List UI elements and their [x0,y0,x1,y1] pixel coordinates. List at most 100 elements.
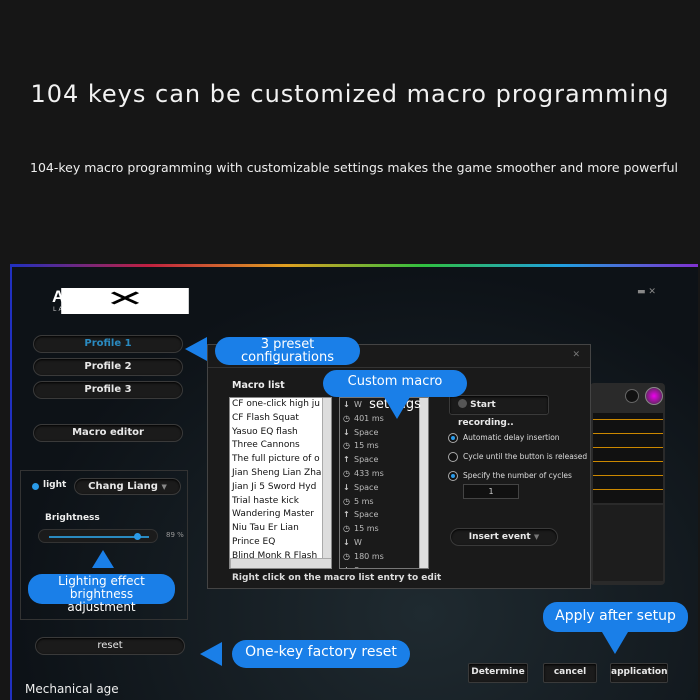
macro-list-item[interactable]: Yasuo EQ flash [230,426,331,440]
event-list-item[interactable]: ◷ 5 ms [340,495,428,509]
insert-event-label: Insert event [468,532,531,542]
event-list-item[interactable]: ◷ 15 ms [340,522,428,536]
callout-pointer [185,337,207,361]
specify-cycles-radio[interactable] [448,471,458,481]
dialog-close-icon[interactable]: ✕ [572,350,580,360]
event-list-item[interactable]: ↓Space [340,481,428,495]
macro-list-item[interactable]: CF Flash Squat [230,412,331,426]
macro-list-item[interactable]: Jian Ji 5 Sword Hyd [230,481,331,495]
event-text: W [354,400,362,409]
brightness-slider-handle[interactable] [134,533,141,540]
timer-icon: ◷ [343,441,350,451]
up-arrow-icon: ↑ [343,510,350,520]
timer-icon: ◷ [343,413,350,423]
event-text: 433 ms [354,468,384,478]
macro-list-scrollbar[interactable] [322,398,331,558]
reset-button[interactable]: reset [35,637,185,655]
start-recording-button[interactable]: Start recording.. [449,395,549,428]
event-list-item[interactable]: ↓ W [340,536,428,550]
event-list[interactable]: ↓ W ◷ 401 ms ↓ Space ◷ 15 ms ↑ Space ◷ 433 ms ↓ Space… [339,397,429,569]
brightness-value: 89 % [166,531,184,539]
callout-custom-macro: Custom macro settings [323,370,467,412]
chevron-down-icon: ▼ [161,483,167,491]
callout-reset: One-key factory reset [232,640,410,668]
light-label: light [43,480,67,490]
event-list-item[interactable]: ◷ 180 ms [340,550,428,564]
macro-list-item[interactable]: Jian Sheng Lian Zha [230,467,331,481]
down-arrow-icon: ↓ [343,537,350,547]
down-arrow-icon: ↓ [343,427,350,437]
event-list-item[interactable]: ↓Space [340,564,428,568]
callout-lighting: Lighting effect brightness adjustment [28,574,175,614]
light-indicator-icon [32,483,39,490]
macro-list-item[interactable]: The full picture of o [230,453,331,467]
event-text: 5 ms [354,496,374,506]
auto-delay-radio[interactable] [448,433,458,443]
determine-button[interactable]: Determine [468,663,528,683]
macro-list-item[interactable]: Trial haste kick [230,495,331,509]
up-arrow-icon: ↑ [343,455,350,465]
profile-1-button[interactable]: Profile 1 [33,335,183,353]
cancel-button[interactable]: cancel [543,663,597,683]
macro-list-item[interactable]: Prince EQ [230,536,331,550]
auto-delay-label: Automatic delay insertion [463,433,560,442]
event-text: Space [354,566,378,568]
lighting-mode-value: Chang Liang [88,481,158,492]
event-list-item[interactable]: ◷ 15 ms [340,439,428,453]
down-arrow-icon: ↓ [343,482,350,492]
brightness-label: Brightness [45,513,100,523]
brightness-slider[interactable] [38,529,158,543]
specify-cycles-label: Specify the number of cycles [463,471,572,480]
event-text: 180 ms [354,551,384,561]
window-controls: ▬ ✕ [637,287,656,297]
callout-pointer [384,397,410,419]
cycles-input[interactable]: 1 [463,484,519,499]
macro-list-item[interactable]: Wandering Master [230,508,331,522]
macro-list[interactable]: CF one-click high ju CF Flash Squat Yasuo … [229,397,332,569]
event-list-item[interactable]: ↑ Space [340,453,428,467]
event-text: W [354,537,362,547]
timer-icon: ◷ [343,551,350,561]
callout-apply: Apply after setup [543,602,688,632]
cycle-until-release-label: Cycle until the button is released [463,452,588,461]
subheadline: 104-key macro programming with customiza… [30,160,678,175]
down-arrow-icon: ↓ [343,400,350,409]
event-text: 15 ms [354,524,379,534]
dialog-footer-hint: Right click on the macro list entry to e… [232,573,442,583]
cycle-until-release-radio[interactable] [448,452,458,462]
altec-logo: ALTEC LANSING ✕ [52,287,189,317]
macro-list-label: Macro list [232,380,285,391]
callout-pointer [200,642,222,666]
timer-icon: ◷ [343,524,350,534]
callout-pointer [92,550,114,568]
headline: 104 keys can be customized macro program… [30,80,670,108]
record-icon [458,399,467,408]
macro-editor-button[interactable]: Macro editor [33,424,183,442]
lighting-mode-dropdown[interactable]: Chang Liang ▼ [74,478,181,495]
event-list-item[interactable]: ↓Space [340,426,428,440]
event-list-scrollbar[interactable] [419,398,428,568]
keyboard-image [590,383,665,585]
macro-list-item[interactable]: Three Cannons [230,439,331,453]
application-button[interactable]: application [610,663,668,683]
macro-list-item[interactable]: CF one-click high ju [230,398,331,412]
minimize-icon[interactable]: ▬ [637,287,646,297]
close-icon[interactable]: ✕ [648,287,656,297]
callout-pointer [602,632,628,654]
event-text: Space [354,510,379,520]
event-text: Space [354,455,379,465]
mechanical-age-label: Mechanical age [25,682,119,696]
callout-presets: 3 preset configurations [215,337,360,365]
chevron-down-icon: ▼ [533,533,540,541]
event-list-item[interactable]: ◷ 433 ms [340,467,428,481]
profile-3-button[interactable]: Profile 3 [33,381,183,399]
start-recording-label: Start recording.. [458,400,514,428]
timer-icon: ◷ [343,468,350,478]
timer-icon: ◷ [343,496,350,506]
macro-list-hscrollbar[interactable] [230,558,331,568]
profile-2-button[interactable]: Profile 2 [33,358,183,376]
event-list-item[interactable]: ↑ Space [340,508,428,522]
event-text: 15 ms [354,441,379,451]
macro-list-item[interactable]: Niu Tau Er Lian [230,522,331,536]
insert-event-dropdown[interactable]: Insert event ▼ [450,528,558,546]
